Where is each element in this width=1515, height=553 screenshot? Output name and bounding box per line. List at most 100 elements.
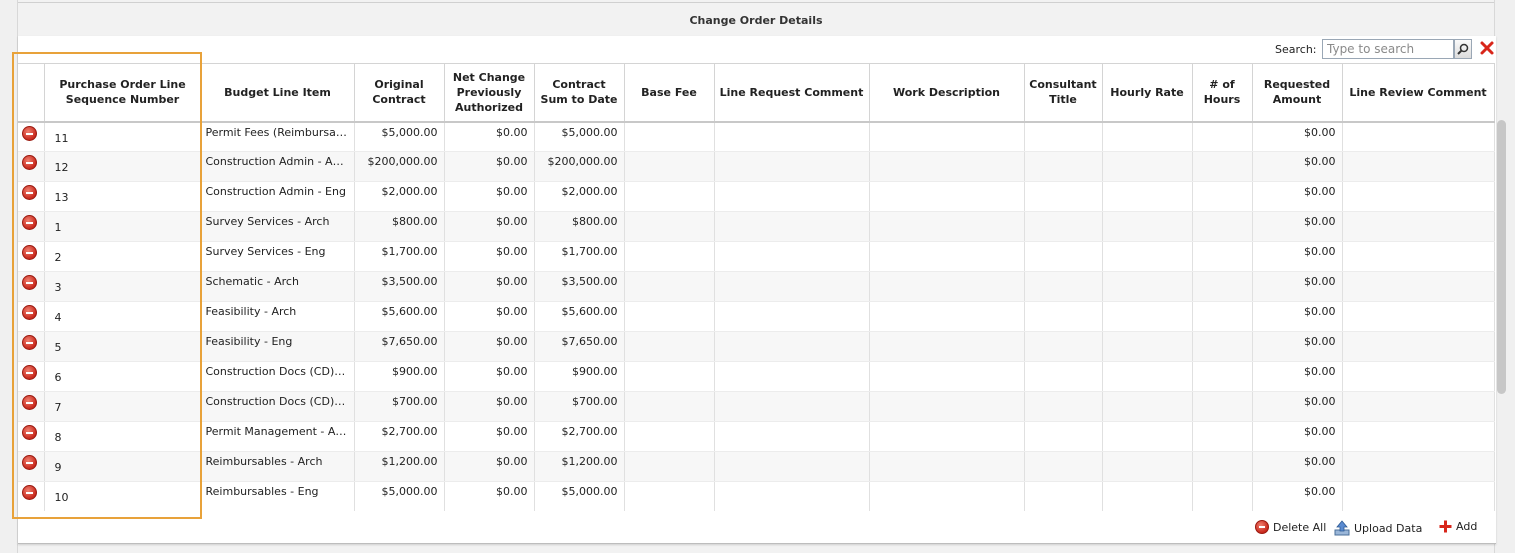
consultant-title-cell[interactable] xyxy=(1024,361,1103,392)
line-review-comment-cell[interactable] xyxy=(1342,121,1495,152)
sequence-number-cell[interactable]: 5 xyxy=(44,331,202,362)
add-button[interactable]: Add xyxy=(1439,520,1477,533)
line-request-comment-cell[interactable] xyxy=(714,481,870,511)
original-contract-cell[interactable]: $700.00 xyxy=(354,391,445,422)
net-change-cell[interactable]: $0.00 xyxy=(444,421,535,452)
contract-sum-cell[interactable]: $2,000.00 xyxy=(534,181,625,212)
minus-circle-icon[interactable] xyxy=(22,155,37,170)
requested-amount-cell[interactable]: $0.00 xyxy=(1252,301,1343,332)
hours-cell[interactable] xyxy=(1192,241,1253,272)
base-fee-cell[interactable] xyxy=(624,391,715,422)
hourly-rate-cell[interactable] xyxy=(1102,301,1193,332)
hours-cell[interactable] xyxy=(1192,481,1253,511)
contract-sum-cell[interactable]: $1,700.00 xyxy=(534,241,625,272)
sequence-number-cell[interactable]: 4 xyxy=(44,301,202,332)
hours-cell[interactable] xyxy=(1192,301,1253,332)
net-change-cell[interactable]: $0.00 xyxy=(444,151,535,182)
hours-cell[interactable] xyxy=(1192,451,1253,482)
sequence-number-cell[interactable]: 1 xyxy=(44,211,202,242)
base-fee-cell[interactable] xyxy=(624,481,715,511)
table-row[interactable]: 9 Reimbursables - Arch $1,200.00 $0.00 $1,20… xyxy=(18,451,1495,482)
contract-sum-cell[interactable]: $800.00 xyxy=(534,211,625,242)
requested-amount-cell[interactable]: $0.00 xyxy=(1252,391,1343,422)
consultant-title-cell[interactable] xyxy=(1024,211,1103,242)
line-review-comment-cell[interactable] xyxy=(1342,361,1495,392)
sequence-number-cell[interactable]: 11 xyxy=(44,121,202,152)
line-review-comment-cell[interactable] xyxy=(1342,481,1495,511)
original-contract-cell[interactable]: $5,000.00 xyxy=(354,121,445,152)
line-request-comment-cell[interactable] xyxy=(714,271,870,302)
base-fee-cell[interactable] xyxy=(624,451,715,482)
net-change-cell[interactable]: $0.00 xyxy=(444,241,535,272)
work-description-cell[interactable] xyxy=(869,481,1025,511)
sequence-number-cell[interactable]: 9 xyxy=(44,451,202,482)
minus-circle-icon[interactable] xyxy=(22,275,37,290)
original-contract-cell[interactable]: $2,000.00 xyxy=(354,181,445,212)
line-request-comment-cell[interactable] xyxy=(714,301,870,332)
line-request-comment-cell[interactable] xyxy=(714,151,870,182)
net-change-cell[interactable]: $0.00 xyxy=(444,271,535,302)
column-header-0[interactable] xyxy=(18,63,45,123)
column-header-11[interactable]: # of Hours xyxy=(1192,63,1253,123)
sequence-number-cell[interactable]: 6 xyxy=(44,361,202,392)
base-fee-cell[interactable] xyxy=(624,301,715,332)
contract-sum-cell[interactable]: $900.00 xyxy=(534,361,625,392)
delete-all-button[interactable]: Delete All xyxy=(1255,520,1326,534)
contract-sum-cell[interactable]: $3,500.00 xyxy=(534,271,625,302)
hours-cell[interactable] xyxy=(1192,391,1253,422)
budget-line-item-cell[interactable]: Feasibility - Eng xyxy=(201,331,355,362)
line-request-comment-cell[interactable] xyxy=(714,241,870,272)
original-contract-cell[interactable]: $3,500.00 xyxy=(354,271,445,302)
minus-circle-icon[interactable] xyxy=(22,245,37,260)
consultant-title-cell[interactable] xyxy=(1024,331,1103,362)
table-row[interactable]: 1 Survey Services - Arch $800.00 $0.00 $800.… xyxy=(18,211,1495,242)
minus-circle-icon[interactable] xyxy=(22,215,37,230)
hours-cell[interactable] xyxy=(1192,271,1253,302)
base-fee-cell[interactable] xyxy=(624,361,715,392)
minus-circle-icon[interactable] xyxy=(22,455,37,470)
base-fee-cell[interactable] xyxy=(624,121,715,152)
sequence-number-cell[interactable]: 2 xyxy=(44,241,202,272)
work-description-cell[interactable] xyxy=(869,121,1025,152)
column-header-6[interactable]: Base Fee xyxy=(624,63,715,123)
line-review-comment-cell[interactable] xyxy=(1342,241,1495,272)
original-contract-cell[interactable]: $2,700.00 xyxy=(354,421,445,452)
hours-cell[interactable] xyxy=(1192,211,1253,242)
line-review-comment-cell[interactable] xyxy=(1342,211,1495,242)
work-description-cell[interactable] xyxy=(869,451,1025,482)
requested-amount-cell[interactable]: $0.00 xyxy=(1252,181,1343,212)
hours-cell[interactable] xyxy=(1192,181,1253,212)
line-request-comment-cell[interactable] xyxy=(714,451,870,482)
column-header-12[interactable]: Requested Amount xyxy=(1252,63,1343,123)
minus-circle-icon[interactable] xyxy=(22,365,37,380)
work-description-cell[interactable] xyxy=(869,181,1025,212)
base-fee-cell[interactable] xyxy=(624,151,715,182)
base-fee-cell[interactable] xyxy=(624,211,715,242)
hours-cell[interactable] xyxy=(1192,421,1253,452)
base-fee-cell[interactable] xyxy=(624,331,715,362)
minus-circle-icon[interactable] xyxy=(22,485,37,500)
budget-line-item-cell[interactable]: Schematic - Arch xyxy=(201,271,355,302)
table-row[interactable]: 6 Construction Docs (CD) - A... $900.00 $0.… xyxy=(18,361,1495,392)
original-contract-cell[interactable]: $200,000.00 xyxy=(354,151,445,182)
contract-sum-cell[interactable]: $700.00 xyxy=(534,391,625,422)
hourly-rate-cell[interactable] xyxy=(1102,271,1193,302)
requested-amount-cell[interactable]: $0.00 xyxy=(1252,241,1343,272)
budget-line-item-cell[interactable]: Construction Admin - Arch xyxy=(201,151,355,182)
base-fee-cell[interactable] xyxy=(624,421,715,452)
original-contract-cell[interactable]: $1,700.00 xyxy=(354,241,445,272)
table-row[interactable]: 3 Schematic - Arch $3,500.00 $0.00 $3,500.00… xyxy=(18,271,1495,302)
line-request-comment-cell[interactable] xyxy=(714,331,870,362)
hourly-rate-cell[interactable] xyxy=(1102,331,1193,362)
base-fee-cell[interactable] xyxy=(624,271,715,302)
requested-amount-cell[interactable]: $0.00 xyxy=(1252,271,1343,302)
hourly-rate-cell[interactable] xyxy=(1102,121,1193,152)
table-row[interactable]: 5 Feasibility - Eng $7,650.00 $0.00 $7,650.0… xyxy=(18,331,1495,362)
table-row[interactable]: 2 Survey Services - Eng $1,700.00 $0.00 $1,7… xyxy=(18,241,1495,272)
upload-data-button[interactable]: Upload Data xyxy=(1334,520,1422,536)
hourly-rate-cell[interactable] xyxy=(1102,151,1193,182)
hourly-rate-cell[interactable] xyxy=(1102,181,1193,212)
original-contract-cell[interactable]: $1,200.00 xyxy=(354,451,445,482)
budget-line-item-cell[interactable]: Construction Admin - Eng xyxy=(201,181,355,212)
column-header-3[interactable]: Original Contract xyxy=(354,63,445,123)
